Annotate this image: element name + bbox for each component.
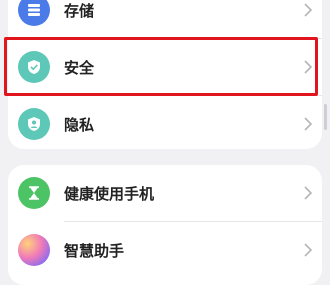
chevron-right-icon [304, 117, 312, 131]
settings-item-smart-assistant[interactable]: 智慧助手 [8, 222, 322, 278]
settings-item-label: 安全 [64, 58, 95, 77]
settings-item-privacy[interactable]: 隐私 [8, 96, 322, 149]
assistant-orb-icon [18, 234, 50, 266]
scrollbar[interactable] [324, 104, 327, 130]
settings-card-wellbeing: 健康使用手机 智慧助手 [8, 165, 322, 285]
chevron-right-icon [304, 243, 312, 257]
storage-icon [18, 0, 50, 26]
settings-item-label: 存储 [64, 1, 95, 20]
settings-item-label: 健康使用手机 [64, 184, 155, 203]
privacy-icon [18, 108, 50, 140]
settings-item-label: 隐私 [64, 115, 95, 134]
settings-item-label: 智慧助手 [64, 241, 125, 260]
settings-item-digital-balance[interactable]: 健康使用手机 [8, 165, 322, 221]
hourglass-icon [18, 177, 50, 209]
chevron-right-icon [304, 3, 312, 17]
settings-item-storage[interactable]: 存储 [8, 0, 322, 38]
chevron-right-icon [304, 186, 312, 200]
chevron-right-icon [304, 60, 312, 74]
settings-item-security[interactable]: 安全 [8, 39, 322, 95]
shield-icon [18, 51, 50, 83]
settings-card-system: 存储 安全 隐私 [8, 0, 322, 149]
